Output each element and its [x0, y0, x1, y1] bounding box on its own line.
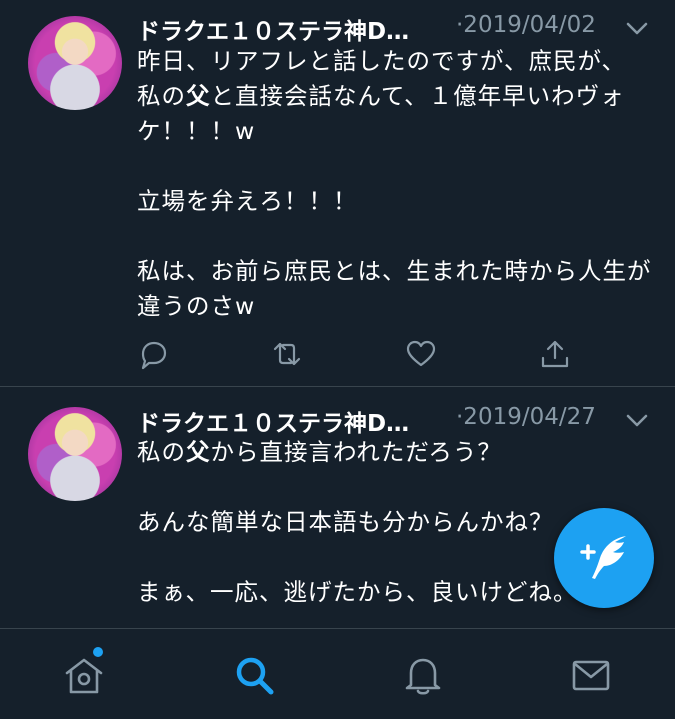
chevron-down-icon[interactable]	[626, 414, 648, 428]
bottom-tab-bar	[0, 628, 675, 719]
heart-icon[interactable]	[405, 338, 437, 370]
retweet-icon[interactable]	[271, 338, 303, 370]
notification-dot	[93, 647, 103, 657]
author-name[interactable]: ドラクエ１０ステラ神D…	[137, 404, 409, 438]
share-icon[interactable]	[539, 338, 571, 370]
author-name[interactable]: ドラクエ１０ステラ神D…	[137, 12, 409, 46]
tweet-text-before: 私の	[137, 438, 186, 466]
tweet-text-bold: 父	[186, 438, 211, 466]
bell-icon[interactable]	[401, 653, 445, 697]
tweet-date: ·2019/04/02	[456, 12, 596, 38]
search-icon[interactable]	[232, 653, 276, 697]
avatar[interactable]	[28, 407, 122, 501]
reply-icon[interactable]	[137, 338, 169, 370]
tweet-actions	[137, 338, 577, 370]
home-icon[interactable]	[62, 653, 106, 697]
tweet-text-bold: 父	[186, 82, 211, 110]
tweet-text-after: と直接会話なんて、１億年早いわヴォケ！！！w 立場を弁えろ！！！ 私は、お前ら庶…	[137, 82, 652, 320]
compose-tweet-icon	[580, 536, 626, 579]
avatar[interactable]	[28, 16, 122, 110]
tweet[interactable]: ドラクエ１０ステラ神D… ·2019/04/02 昨日、リアフレと話したのですが…	[0, 0, 675, 386]
tweet-text: 昨日、リアフレと話したのですが、庶民が、 私の父と直接会話なんて、１億年早いわヴ…	[137, 44, 657, 324]
chevron-down-icon[interactable]	[626, 22, 648, 36]
mail-icon[interactable]	[569, 653, 613, 697]
compose-tweet-button[interactable]	[554, 508, 654, 608]
tweet-date: ·2019/04/27	[456, 404, 596, 430]
